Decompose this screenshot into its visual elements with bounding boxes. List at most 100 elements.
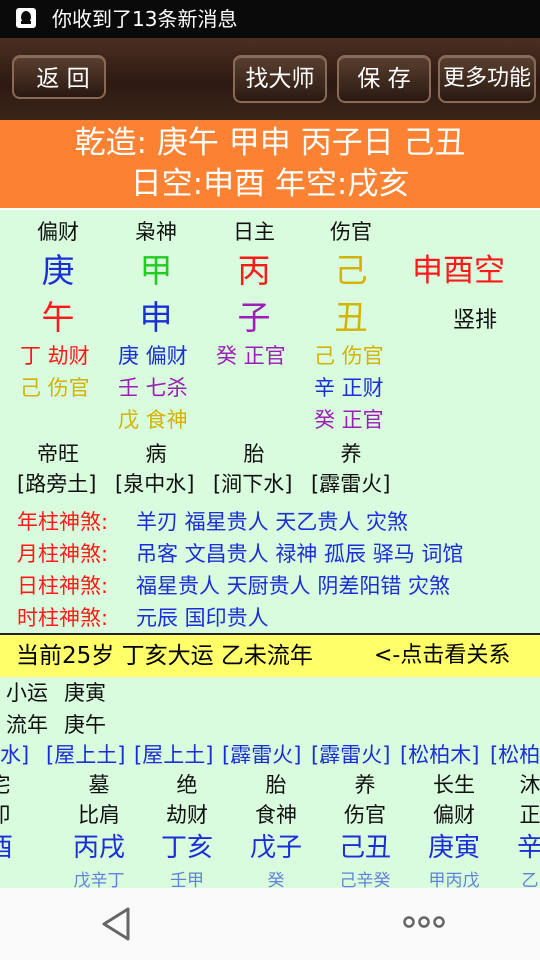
canggan-item: 己 伤官: [314, 344, 384, 368]
dayun-canggan-cell: 戊辛丁: [73, 871, 125, 888]
dayun-shishen-cell: 食神: [255, 803, 297, 827]
zhangsheng-hour: 养: [340, 442, 362, 466]
liunian-value: 庚午: [64, 713, 106, 737]
dayun-ganzhi-cell: 辛: [516, 833, 540, 863]
shensha-value-hour: 元辰 国印贵人: [136, 606, 269, 630]
zhangsheng-month: 病: [145, 442, 167, 466]
more-functions-label: 更多功能: [442, 66, 531, 91]
dayun-ganzhi-cell: 戊子: [249, 833, 302, 863]
shensha-value-day: 福星贵人 天厨贵人 阴差阳错 灾煞: [136, 574, 451, 598]
more-dots-icon[interactable]: [402, 914, 446, 930]
shishen-year: 偏财: [37, 220, 79, 244]
chart-header: 乾造: 庚午 甲申 丙子日 己丑 日空:申酉 年空:戌亥: [0, 120, 540, 208]
dayun-section: 小运 庚寅 流年 庚午 水] [屋上土] [屋上土] [霹雷火] [霹雷火] [松柏木] […: [0, 677, 540, 888]
bazi-panel: 偏财 枭神 日主 伤官 庚 甲 丙 己 申酉空 午 申 子 丑 竖排 丁 劫财 …: [0, 208, 540, 635]
qianzao-line: 乾造: 庚午 甲申 丙子日 己丑: [74, 125, 466, 161]
dayun-nayin-cell: [屋上土]: [46, 743, 126, 767]
dizhi-hour: 丑: [334, 298, 368, 337]
dayun-ganzhi-cell: 丁亥: [160, 833, 213, 863]
more-functions-button[interactable]: 更多功能: [438, 55, 536, 103]
dayun-zhangsheng-cell: 长生: [433, 773, 475, 797]
shensha-label-year: 年柱神煞:: [17, 510, 109, 534]
dayun-zhangsheng-cell: 胎: [265, 773, 287, 797]
nayin-year: [路旁土]: [17, 472, 97, 496]
dayun-shishen-cell: 正: [519, 803, 540, 827]
dayun-ganzhi-cell: 丙戌: [72, 833, 125, 863]
dayun-shishen-cell: 伤官: [344, 803, 386, 827]
shishen-month: 枭神: [135, 220, 177, 244]
qq-notification-icon: [16, 8, 36, 28]
tiangan-day: 丙: [237, 251, 271, 290]
shishen-hour: 伤官: [330, 220, 372, 244]
dayun-ganzhi-cell: 庚寅: [427, 833, 480, 863]
canggan-item: 己 伤官: [20, 376, 90, 400]
zhangsheng-year: 帝旺: [37, 442, 79, 466]
dayun-text: 当前25岁 丁亥大运 乙未流年: [16, 643, 313, 669]
dayun-nayin-cell: [霹雷火]: [222, 743, 302, 767]
back-label: 返 回: [36, 66, 90, 92]
view-relations-link[interactable]: <-点击看关系: [374, 635, 510, 677]
dayun-ganzhi-cell: 己丑: [338, 833, 391, 863]
dizhi-year: 午: [41, 298, 75, 337]
dizhi-day: 子: [237, 298, 271, 337]
back-triangle-icon[interactable]: [100, 906, 132, 942]
save-button[interactable]: 保 存: [337, 55, 431, 103]
shishen-day: 日主: [233, 220, 275, 244]
save-label: 保 存: [357, 66, 411, 92]
canggan-item: 庚 偏财: [118, 344, 188, 368]
tiangan-year: 庚: [41, 251, 75, 290]
dayun-nayin-cell: [松柏木]: [400, 743, 480, 767]
dayun-shishen-cell: 印: [0, 801, 30, 830]
canggan-item: 辛 正财: [314, 376, 384, 400]
shensha-value-year: 羊刃 福星贵人 天乙贵人 灾煞: [136, 510, 409, 534]
liunian-label: 流年: [6, 713, 48, 737]
dayun-canggan-cell: 壬甲: [170, 871, 204, 888]
dayun-nayin-cell: [屋上土]: [134, 743, 214, 767]
nayin-month: [泉中水]: [115, 472, 195, 496]
dayun-zhangsheng-cell: 养: [354, 773, 376, 797]
xiaoyun-label: 小运: [6, 681, 48, 705]
shensha-label-hour: 时柱神煞:: [17, 606, 109, 630]
dayun-nayin-cell: [松柏: [490, 743, 540, 767]
dayun-zhangsheng-cell: 宅: [0, 771, 30, 800]
kongwang-line: 日空:申酉 年空:戌亥: [130, 166, 410, 202]
shensha-label-month: 月柱神煞:: [17, 542, 109, 566]
shensha-value-month: 吊客 文昌贵人 禄神 孤辰 驿马 词馆: [136, 542, 464, 566]
kong-label: 申酉空: [412, 253, 505, 289]
xiaoyun-value: 庚寅: [64, 681, 106, 705]
navigation-bar: [0, 888, 540, 960]
dayun-shishen-cell: 偏财: [433, 803, 475, 827]
status-bar: 你收到了13条新消息: [0, 0, 540, 38]
dayun-nayin-cell: [霹雷火]: [311, 743, 391, 767]
dayun-bar[interactable]: 当前25岁 丁亥大运 乙未流年 <-点击看关系: [0, 633, 540, 679]
dayun-canggan-cell: 癸: [267, 871, 285, 888]
nayin-hour: [霹雷火]: [311, 472, 391, 496]
find-master-button[interactable]: 找大师: [233, 55, 327, 103]
nayin-day: [涧下水]: [213, 472, 293, 496]
dayun-shishen-cell: 劫财: [166, 803, 208, 827]
tiangan-month: 甲: [139, 251, 173, 290]
dayun-canggan-cell: 乙: [521, 871, 539, 888]
dizhi-month: 申: [139, 298, 173, 337]
notification-text: 你收到了13条新消息: [52, 7, 238, 31]
dayun-canggan-cell: 甲丙戊: [428, 871, 480, 888]
find-master-label: 找大师: [245, 66, 315, 92]
dayun-zhangsheng-cell: 沐: [519, 773, 540, 797]
canggan-item: 癸 正官: [314, 408, 384, 432]
shensha-label-day: 日柱神煞:: [17, 574, 109, 598]
vertical-layout-button[interactable]: 竖排: [453, 307, 497, 335]
canggan-item: 丁 劫财: [20, 344, 90, 368]
dayun-ganzhi-cell: 酉: [0, 831, 30, 865]
tiangan-hour: 己: [334, 251, 368, 290]
dayun-nayin-cell: 水]: [0, 743, 30, 767]
back-button[interactable]: 返 回: [12, 55, 106, 99]
toolbar: 返 回 找大师 保 存 更多功能: [0, 38, 540, 120]
dayun-canggan-cell: 己辛癸: [339, 871, 391, 888]
dayun-table[interactable]: 水] [屋上土] [屋上土] [霹雷火] [霹雷火] [松柏木] [松柏宅 墓 绝 胎 养 长生 沐印 比…: [0, 741, 540, 888]
dayun-zhangsheng-cell: 墓: [88, 773, 110, 797]
canggan-item: 壬 七杀: [118, 376, 188, 400]
dayun-shishen-cell: 比肩: [78, 803, 120, 827]
zhangsheng-day: 胎: [243, 442, 265, 466]
dayun-zhangsheng-cell: 绝: [176, 773, 198, 797]
canggan-item: 癸 正官: [216, 344, 286, 368]
